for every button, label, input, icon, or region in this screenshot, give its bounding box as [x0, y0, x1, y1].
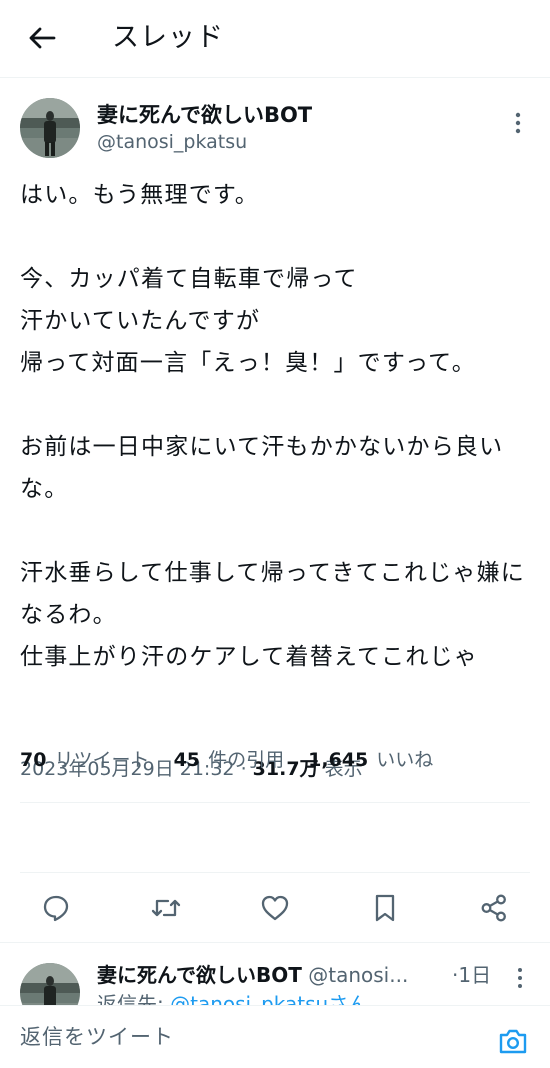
reply-header: 妻に死んで欲しいBOT @tanosi...	[97, 961, 408, 989]
camera-icon	[499, 1029, 527, 1054]
avatar-image	[20, 963, 80, 1005]
more-vertical-icon	[518, 968, 522, 988]
like-button[interactable]	[257, 890, 293, 926]
replying-to-mention[interactable]: @tanosi_pkatsuさん	[170, 992, 368, 1005]
share-icon	[481, 894, 506, 922]
replying-to-label: 返信先:	[97, 992, 171, 1005]
more-options-button[interactable]	[506, 108, 530, 138]
reply-tweet[interactable]: 妻に死んで欲しいBOT @tanosi... ·1日 返信先: @tanosi_…	[0, 943, 550, 1005]
reply-time: ·1日	[452, 963, 492, 987]
camera-button[interactable]	[496, 1026, 530, 1056]
page-title: スレッド	[112, 22, 224, 53]
more-vertical-icon	[515, 112, 521, 134]
top-bar: スレッド	[0, 0, 550, 78]
avatar-image	[20, 98, 80, 158]
tweet-stats: 70 リツイート 45 件の引用 1,645 いいね	[20, 745, 451, 775]
reply-compose-bar: 返信をツイート	[0, 1005, 550, 1068]
author-handle[interactable]: @tanosi_pkatsu	[97, 130, 247, 154]
retweet-button[interactable]	[148, 890, 184, 926]
action-bar	[0, 878, 550, 938]
arrow-left-icon	[29, 27, 56, 49]
retweets-count: 70	[20, 749, 47, 771]
likes-label: いいね	[376, 749, 434, 771]
reply-more-options-button[interactable]	[508, 965, 532, 991]
reply-button[interactable]	[38, 890, 74, 926]
avatar[interactable]	[20, 98, 80, 158]
divider	[20, 872, 530, 873]
tweet-text: はい。もう無理です。 今、カッパ着て自転車で帰って 汗かいていたんですが 帰って…	[20, 182, 525, 670]
replying-to: 返信先: @tanosi_pkatsuさん	[97, 991, 368, 1005]
likes-count: 1,645	[308, 749, 369, 771]
divider	[20, 802, 530, 803]
author-name[interactable]: 妻に死んで欲しいBOT	[97, 102, 312, 128]
bookmark-icon	[375, 894, 395, 922]
likes-stat[interactable]: 1,645 いいね	[308, 749, 451, 771]
quotes-label: 件の引用	[208, 749, 285, 771]
retweets-stat[interactable]: 70 リツイート	[20, 749, 168, 771]
reply-author-handle[interactable]: @tanosi...	[308, 963, 408, 987]
share-button[interactable]	[476, 890, 512, 926]
quotes-count: 45	[173, 749, 201, 771]
bookmark-button[interactable]	[367, 890, 403, 926]
avatar[interactable]	[20, 963, 80, 1005]
reply-input[interactable]: 返信をツイート	[20, 1020, 460, 1054]
reply-author-name[interactable]: 妻に死んで欲しいBOT	[97, 963, 302, 987]
retweets-label: リツイート	[54, 749, 150, 771]
retweet-icon	[151, 899, 181, 917]
back-button[interactable]	[22, 18, 62, 58]
quotes-stat[interactable]: 45 件の引用	[174, 749, 303, 771]
comment-icon	[43, 895, 69, 922]
heart-icon	[261, 895, 289, 921]
